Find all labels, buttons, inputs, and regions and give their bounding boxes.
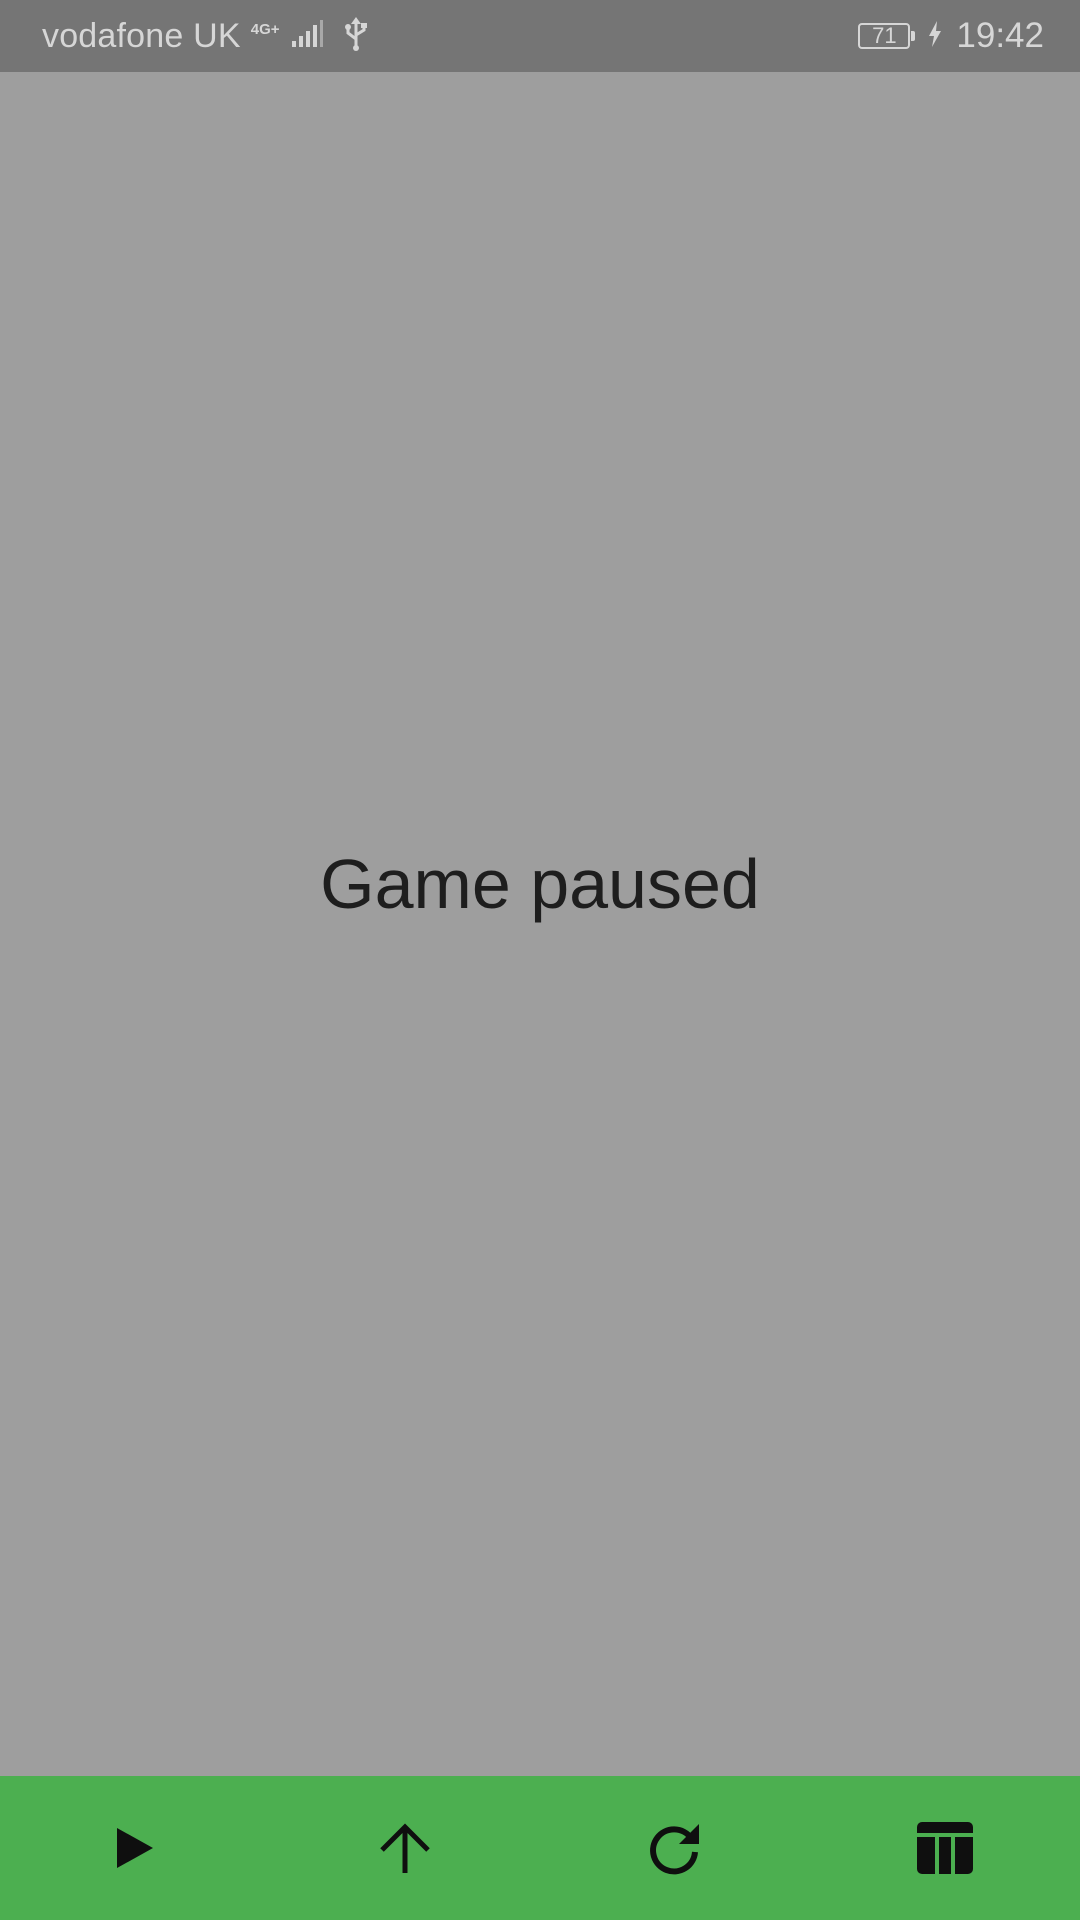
app-screen: vodafone UK 4G+ 71 19:42 Game paused — [0, 0, 1080, 1920]
status-bar: vodafone UK 4G+ 71 19:42 — [0, 0, 1080, 72]
move-up-button[interactable] — [345, 1788, 465, 1908]
battery-icon: 71 — [858, 23, 916, 49]
table-icon — [915, 1820, 975, 1876]
leaderboard-button[interactable] — [885, 1788, 1005, 1908]
status-left: vodafone UK 4G+ — [42, 16, 368, 56]
arrow-up-icon — [378, 1821, 432, 1875]
play-icon — [115, 1826, 155, 1870]
status-time: 19:42 — [956, 16, 1044, 55]
bottom-action-bar — [0, 1776, 1080, 1920]
restart-button[interactable] — [615, 1788, 735, 1908]
carrier-name: vodafone UK — [42, 16, 241, 55]
status-right: 71 19:42 — [858, 16, 1044, 56]
refresh-icon — [647, 1820, 703, 1876]
pause-message: Game paused — [320, 845, 760, 923]
usb-icon — [344, 16, 368, 56]
network-type-label: 4G+ — [250, 20, 280, 38]
game-paused-overlay[interactable]: Game paused — [0, 72, 1080, 1776]
play-button[interactable] — [75, 1788, 195, 1908]
signal-icon — [290, 19, 324, 54]
charging-icon — [928, 20, 942, 52]
